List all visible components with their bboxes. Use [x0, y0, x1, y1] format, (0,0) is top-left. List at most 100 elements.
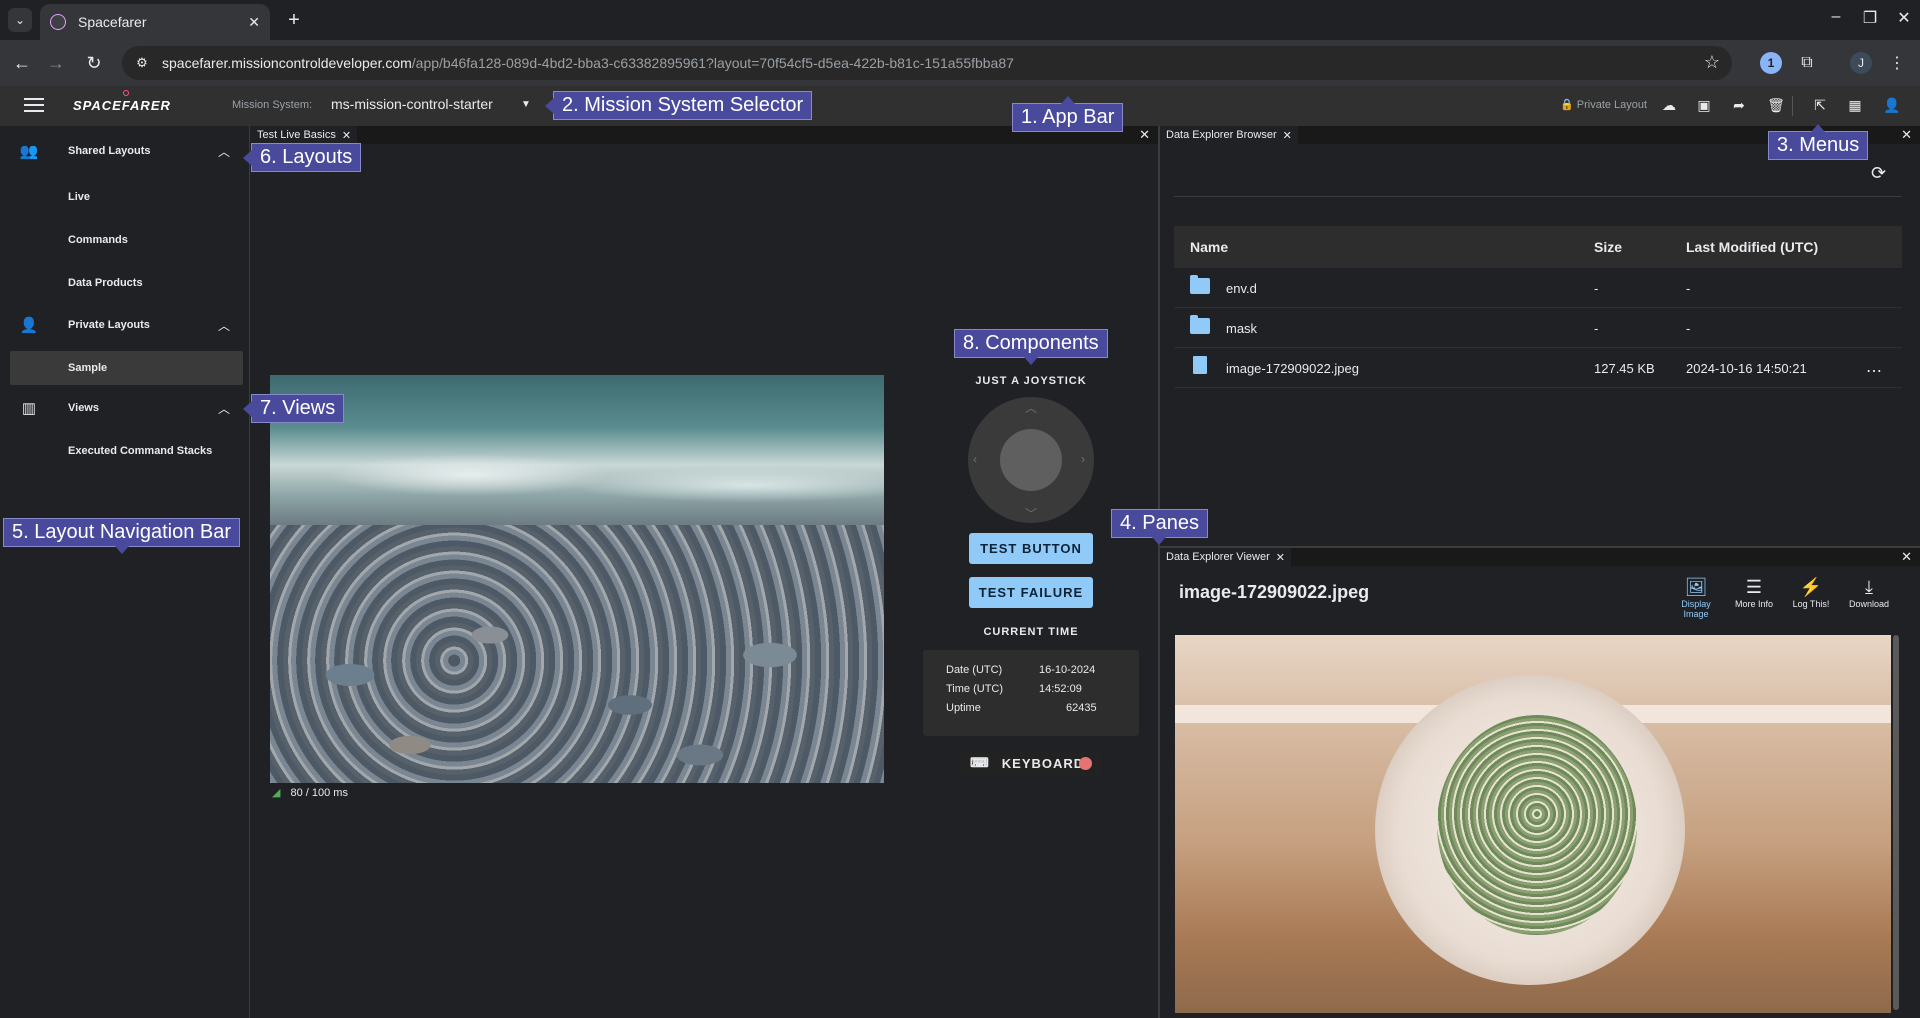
table-row[interactable]: env.d - - — [1174, 268, 1902, 308]
refresh-icon[interactable]: ⟳ — [1871, 163, 1886, 184]
signal-icon: ◢ — [272, 787, 281, 799]
log-this-button[interactable]: ⚡ Log This! — [1783, 577, 1839, 609]
folder-icon — [1190, 315, 1210, 334]
callout-mission-selector: 2. Mission System Selector — [544, 91, 813, 120]
views-header[interactable]: ▥ Views ︿ — [0, 388, 250, 428]
close-tab-icon[interactable]: ✕ — [1283, 129, 1292, 142]
password-manager-icon[interactable]: 1 — [1760, 52, 1782, 74]
layout-status: 🔒 Private Layout — [1560, 99, 1648, 111]
callout-menus: 3. Menus — [1768, 124, 1869, 160]
shared-layouts-header[interactable]: 👥 Shared Layouts ︿ — [0, 131, 250, 171]
chevron-up-icon[interactable]: ︿ — [218, 400, 230, 417]
close-pane-icon[interactable]: ✕ — [1139, 127, 1150, 143]
joystick[interactable]: ︿ ﹀ ‹ › — [968, 397, 1094, 523]
current-time-title: CURRENT TIME — [983, 626, 1079, 638]
pane-tab-test-live-basics[interactable]: Test Live Basics ✕ — [251, 126, 358, 144]
date-value: 16-10-2024 — [1039, 664, 1096, 676]
private-layouts-header[interactable]: 👤 Private Layouts ︿ — [0, 305, 250, 345]
account-icon[interactable]: 👤 — [1882, 95, 1902, 115]
viewer-image — [1175, 635, 1891, 1013]
extensions-icon[interactable]: ⧉ — [1796, 52, 1818, 74]
view-column-icon: ▥ — [21, 400, 37, 417]
address-bar[interactable]: ⚙ spacefarer.missioncontroldeveloper.com… — [122, 46, 1732, 80]
joystick-knob[interactable] — [1000, 429, 1062, 491]
close-tab-icon[interactable]: ✕ — [342, 129, 351, 142]
nav-item-commands[interactable]: Commands — [10, 223, 243, 257]
reload-icon[interactable]: ↻ — [82, 51, 106, 75]
tab-search-icon[interactable]: ⌄ — [8, 8, 32, 32]
more-info-button[interactable]: ☰ More Info — [1726, 577, 1782, 609]
pane-tab-data-explorer-browser[interactable]: Data Explorer Browser ✕ — [1160, 126, 1298, 144]
display-image-label-2: Image — [1683, 609, 1709, 619]
new-tab-icon[interactable]: + — [282, 8, 306, 32]
joystick-up-icon: ︿ — [1025, 401, 1038, 415]
save-icon[interactable]: ▣ — [1694, 95, 1714, 115]
test-button[interactable]: TEST BUTTON — [969, 533, 1093, 564]
file-icon — [1193, 356, 1207, 374]
delete-icon[interactable]: 🗑 — [1766, 95, 1786, 115]
date-label: Date (UTC) — [946, 664, 1003, 676]
keyboard-toggle[interactable]: ⌨ KEYBOARD — [960, 750, 1102, 776]
browser-toolbar: ← → ↻ ⚙ spacefarer.missioncontroldevelop… — [0, 40, 1920, 86]
download-button[interactable]: ⤓ Download — [1841, 577, 1897, 609]
browser-menu-icon[interactable]: ⋮ — [1886, 52, 1908, 74]
cloud-sync-icon[interactable]: ☁ — [1659, 95, 1679, 115]
current-time-panel: Date (UTC) 16-10-2024 Time (UTC) 14:52:09 … — [923, 650, 1139, 736]
time-label: Time (UTC) — [946, 683, 1004, 695]
caret-down-icon[interactable]: ▼ — [521, 99, 531, 110]
nav-item-live[interactable]: Live — [10, 180, 243, 214]
back-icon[interactable]: ← — [10, 51, 34, 75]
restore-icon[interactable]: ❐ — [1858, 8, 1882, 28]
table-row[interactable]: image-172909022.jpeg 127.45 KB 2024-10-1… — [1174, 348, 1902, 388]
more-options-icon[interactable]: ⋯ — [1866, 361, 1882, 381]
close-pane-icon[interactable]: ✕ — [1901, 549, 1912, 565]
browser-tab[interactable]: Spacefarer ✕ — [40, 4, 270, 40]
file-name: mask — [1226, 321, 1258, 336]
nav-item-executed-command-stacks[interactable]: Executed Command Stacks — [10, 434, 243, 468]
close-pane-icon[interactable]: ✕ — [1901, 127, 1912, 143]
file-modified: - — [1686, 321, 1691, 336]
site-info-icon[interactable]: ⚙ — [132, 53, 152, 73]
nav-item-data-products[interactable]: Data Products — [10, 266, 243, 300]
table-header: Name Size Last Modified (UTC) — [1174, 226, 1902, 268]
bookmark-star-icon[interactable]: ☆ — [1704, 52, 1720, 73]
file-name: image-172909022.jpeg — [1226, 361, 1359, 376]
close-tab-icon[interactable]: ✕ — [248, 14, 260, 31]
forward-icon[interactable]: → — [44, 51, 68, 75]
mission-system-label: Mission System: — [232, 99, 313, 111]
display-image-button[interactable]: 🖼 Display Image — [1668, 577, 1724, 619]
hamburger-menu-icon[interactable] — [24, 95, 44, 115]
private-layouts-label: Private Layouts — [68, 319, 150, 331]
share-icon[interactable]: ➦ — [1729, 95, 1749, 115]
layout-navigation-bar: 👥 Shared Layouts ︿ Live Commands Data Pr… — [0, 126, 250, 1018]
callout-app-bar: 1. App Bar — [1012, 96, 1124, 132]
close-tab-icon[interactable]: ✕ — [1276, 551, 1285, 564]
profile-avatar[interactable]: J — [1850, 52, 1872, 74]
bolt-icon: ⚡ — [1799, 577, 1823, 597]
file-modified: - — [1686, 281, 1691, 296]
viewer-scrollbar[interactable] — [1893, 635, 1899, 1010]
url-host: spacefarer.missioncontroldeveloper.com — [162, 55, 412, 71]
time-value: 14:52:09 — [1039, 683, 1082, 695]
nav-item-sample[interactable]: Sample — [10, 351, 243, 385]
mission-system-select[interactable]: ms-mission-control-starter — [331, 96, 493, 112]
table-row[interactable]: mask - - — [1174, 308, 1902, 348]
toolbar-divider — [1174, 196, 1902, 197]
dashboard-icon[interactable]: ▦ — [1845, 95, 1865, 115]
callout-components: 8. Components — [954, 329, 1108, 365]
open-in-new-icon[interactable]: ⇱ — [1810, 95, 1830, 115]
chevron-up-icon[interactable]: ︿ — [218, 143, 230, 160]
notes-icon: ☰ — [1745, 577, 1763, 597]
keyboard-label: KEYBOARD — [1001, 755, 1085, 771]
minimize-icon[interactable]: – — [1824, 8, 1848, 26]
column-name[interactable]: Name — [1190, 239, 1228, 255]
column-last-modified[interactable]: Last Modified (UTC) — [1686, 239, 1818, 255]
logo-mark-icon — [123, 90, 129, 96]
test-failure-button[interactable]: TEST FAILURE — [969, 577, 1093, 608]
chevron-up-icon[interactable]: ︿ — [218, 317, 230, 334]
pane-tab-data-explorer-viewer[interactable]: Data Explorer Viewer ✕ — [1160, 548, 1291, 566]
column-size[interactable]: Size — [1594, 239, 1622, 255]
close-window-icon[interactable]: ✕ — [1892, 8, 1916, 28]
callout-layout-nav: 5. Layout Navigation Bar — [3, 518, 241, 554]
latency-indicator: ◢ 80 / 100 ms — [272, 786, 348, 800]
